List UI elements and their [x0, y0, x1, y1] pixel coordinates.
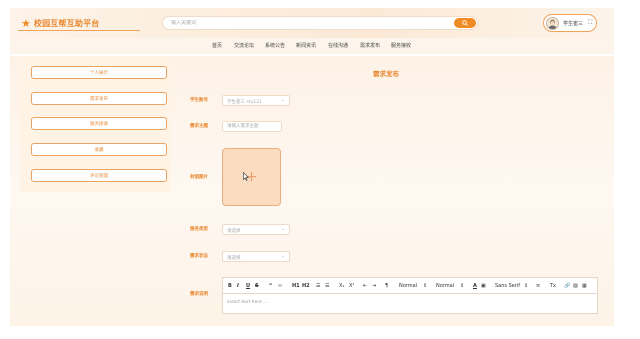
nav-item-chat[interactable]: 在线沟通: [328, 42, 348, 49]
bold-button[interactable]: B: [228, 283, 232, 289]
chevron-down-icon: ⌄: [281, 227, 285, 232]
link-icon[interactable]: 🔗: [564, 283, 570, 289]
logo[interactable]: ★ 校园互帮互助平台: [21, 16, 99, 30]
nav-item-service-receive[interactable]: 服务接收: [391, 42, 411, 49]
nav-item-announcements[interactable]: 系统公告: [265, 42, 285, 49]
student-account-select[interactable]: 学生崔三 stu121 ⌄: [222, 95, 290, 106]
ordered-list-icon[interactable]: ☰: [316, 283, 320, 289]
size-select[interactable]: Normal: [399, 283, 417, 289]
chevron-up-down-icon: ⇕: [423, 283, 428, 289]
cover-image-uploader[interactable]: +: [222, 148, 281, 206]
nav-item-home[interactable]: 首页: [212, 42, 222, 49]
avatar: [546, 17, 559, 30]
image-icon[interactable]: ▨: [573, 283, 578, 289]
sidebar-item-comments[interactable]: 评论管理: [31, 169, 167, 182]
header-select[interactable]: Normal: [436, 283, 454, 289]
demand-subject-input[interactable]: [222, 121, 282, 132]
demand-status-select[interactable]: 请选择 ⌄: [222, 251, 290, 262]
outdent-icon[interactable]: ⇤: [363, 283, 367, 289]
editor-content[interactable]: insert text here ...: [227, 300, 268, 305]
chevron-down-icon: ⌄: [281, 98, 285, 103]
demand-description-label: 需求说明: [190, 292, 208, 297]
indent-icon[interactable]: ⇥: [372, 283, 376, 289]
italic-button[interactable]: I: [237, 283, 239, 289]
chevron-up-down-icon: ⇕: [460, 283, 465, 289]
mouse-cursor-icon: [243, 172, 249, 181]
sidebar-item-service[interactable]: 服务接收: [31, 117, 167, 130]
search-input[interactable]: [171, 20, 431, 26]
logo-underline: [18, 30, 140, 32]
font-color-icon[interactable]: A: [473, 283, 477, 289]
fullscreen-icon[interactable]: ⛶: [588, 19, 592, 27]
demand-status-value: 请选择: [227, 255, 241, 261]
cover-image-label: 封面图片: [190, 175, 208, 180]
strike-button[interactable]: S: [255, 283, 259, 289]
search-icon: [462, 20, 468, 26]
main-content: 个人展示 需求发布 服务接收 收藏 评论管理 需求发布 学生账号 学生崔三 st…: [10, 56, 614, 326]
sidebar-item-profile[interactable]: 个人展示: [31, 66, 167, 79]
demand-status-label: 需求状态: [190, 254, 208, 259]
header: ★ 校园互帮互助平台 学生崔三 ⛶: [10, 8, 614, 38]
background-color-icon[interactable]: ▣: [481, 283, 486, 289]
top-nav: 首页 交流论坛 系统公告 新闻资讯 在线沟通 需求发布 服务接收: [10, 38, 614, 54]
sidebar: 个人展示 需求发布 服务接收 收藏 评论管理: [20, 56, 170, 192]
search-button[interactable]: [454, 18, 476, 28]
nav-item-demand-publish[interactable]: 需求发布: [360, 42, 380, 49]
service-type-select[interactable]: 请选择 ⌄: [222, 224, 290, 235]
chevron-up-down-icon: ⇕: [524, 283, 529, 289]
text-direction-icon[interactable]: ¶: [385, 283, 388, 289]
sidebar-item-demand[interactable]: 需求发布: [31, 92, 167, 105]
logo-text: 校园互帮互助平台: [33, 18, 100, 28]
chevron-down-icon: ⌄: [281, 254, 285, 259]
quote-icon[interactable]: ❞: [269, 283, 272, 289]
video-icon[interactable]: ▦: [582, 283, 587, 289]
search-bar: [162, 16, 478, 30]
nav-item-news[interactable]: 新闻资讯: [296, 42, 316, 49]
superscript-button[interactable]: X¹: [349, 283, 354, 289]
underline-button[interactable]: U: [246, 283, 250, 289]
user-menu[interactable]: 学生崔三 ⛶: [543, 14, 597, 32]
code-icon[interactable]: ‹›: [278, 283, 282, 289]
star-icon: ★: [21, 16, 31, 30]
service-type-label: 服务类型: [190, 227, 208, 232]
service-type-value: 请选择: [227, 228, 241, 234]
sidebar-item-favorites[interactable]: 收藏: [31, 143, 167, 156]
clean-format-icon[interactable]: Tx: [550, 283, 556, 289]
page-title: 需求发布: [373, 70, 399, 78]
username: 学生崔三: [563, 21, 584, 27]
bullet-list-icon[interactable]: ☰: [325, 283, 329, 289]
h1-button[interactable]: H1: [292, 283, 300, 289]
font-select[interactable]: Sans Serif: [495, 283, 520, 289]
rich-text-editor: B I U S ❞ ‹› H1 H2 ☰ ☰ X₁ X¹ ⇤ ⇥ ¶ Norma…: [222, 277, 598, 314]
h2-button[interactable]: H2: [302, 283, 310, 289]
student-account-value: 学生崔三 stu121: [227, 99, 262, 105]
nav-item-forum[interactable]: 交流论坛: [234, 42, 254, 49]
student-account-label: 学生账号: [190, 98, 208, 103]
demand-subject-label: 需求主题: [190, 124, 208, 129]
subscript-button[interactable]: X₁: [339, 283, 344, 289]
align-icon[interactable]: ≡: [536, 283, 540, 289]
editor-toolbar: B I U S ❞ ‹› H1 H2 ☰ ☰ X₁ X¹ ⇤ ⇥ ¶ Norma…: [223, 278, 597, 294]
